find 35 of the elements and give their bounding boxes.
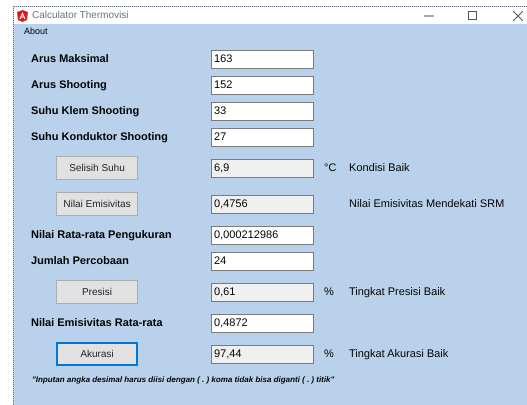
field-label: Suhu Konduktor Shooting <box>31 130 168 145</box>
field-label: Jumlah Percobaan <box>31 254 129 269</box>
result-field[interactable]: 0,4756 <box>211 194 314 214</box>
action-button[interactable]: Nilai Emisivitas <box>56 192 138 216</box>
result-field[interactable]: 6,9 <box>211 158 314 178</box>
close-icon[interactable] <box>513 10 523 20</box>
unit-label: °C <box>324 160 338 176</box>
unit-label: % <box>324 284 335 300</box>
result-field[interactable]: 97,44 <box>211 344 314 364</box>
result-field[interactable]: 0,61 <box>211 282 314 302</box>
unit-label: % <box>324 346 335 362</box>
status-text: Nilai Emisivitas Mendekati SRM <box>349 196 504 212</box>
input-field[interactable]: 33 <box>211 102 314 120</box>
status-text: Tingkat Presisi Baik <box>349 284 446 300</box>
input-field[interactable]: 24 <box>211 252 314 270</box>
field-label: Arus Shooting <box>31 78 107 93</box>
maximize-icon[interactable] <box>468 11 477 20</box>
action-button[interactable]: Akurasi <box>56 342 138 366</box>
field-label: Arus Maksimal <box>31 52 109 67</box>
status-text: Kondisi Baik <box>349 160 410 176</box>
app-logo-icon <box>17 10 28 22</box>
input-field[interactable]: 0,000212986 <box>211 226 314 244</box>
input-field[interactable]: 152 <box>211 76 314 94</box>
field-label: Suhu Klem Shooting <box>31 104 140 119</box>
input-field[interactable]: 27 <box>211 128 314 146</box>
status-text: Tingkat Akurasi Baik <box>349 346 448 362</box>
input-field[interactable]: 0,4872 <box>211 314 314 332</box>
menu-item[interactable]: About <box>24 25 48 39</box>
footer-note: "Inputan angka desimal harus diisi dengan ( . ) koma tidak bisa diganti ( . ) titik" <box>32 374 336 386</box>
window-title: Calculator Thermovisi <box>32 9 129 23</box>
action-button[interactable]: Presisi <box>56 280 138 304</box>
field-label: Nilai Emisivitas Rata-rata <box>31 316 162 331</box>
input-field[interactable]: 163 <box>211 50 314 68</box>
field-label: Nilai Rata-rata Pengukuran <box>31 228 172 243</box>
action-button[interactable]: Selisih Suhu <box>56 156 138 180</box>
